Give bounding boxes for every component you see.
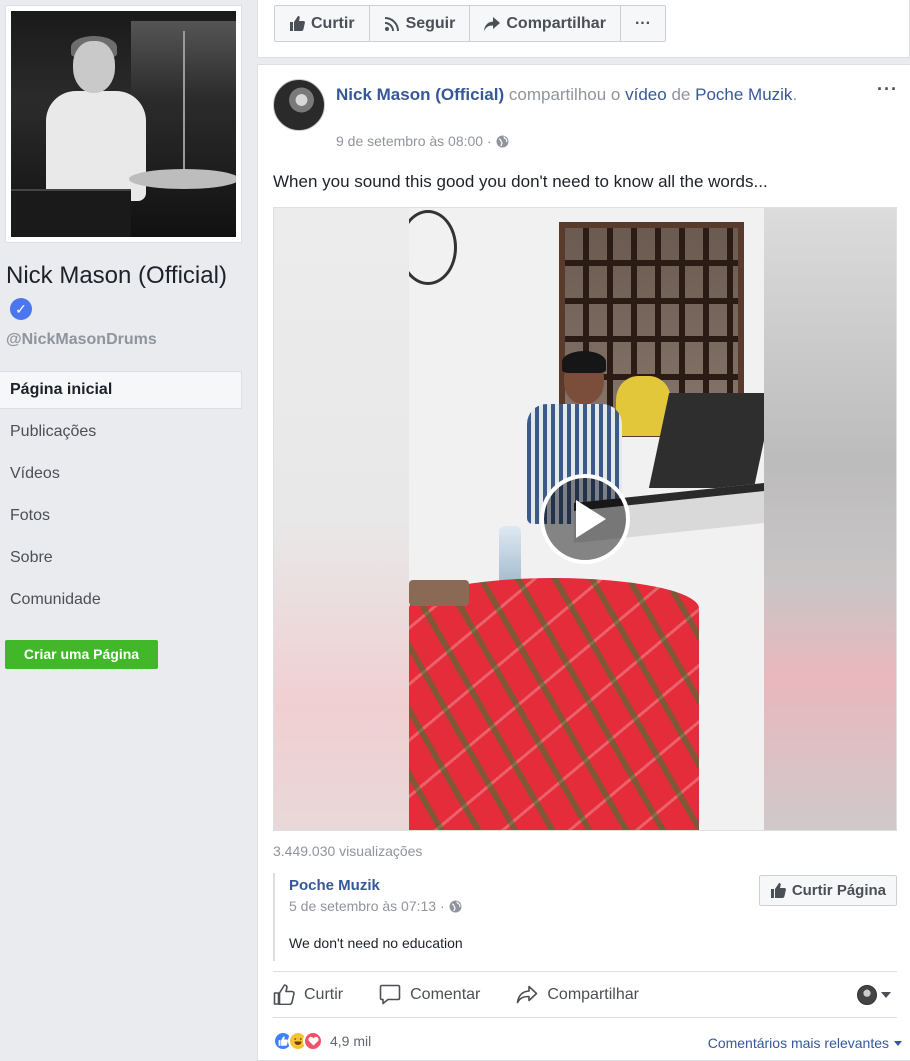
author-name[interactable]: Nick Mason (Official)	[336, 85, 504, 104]
nav-item-about[interactable]: Sobre	[0, 539, 242, 581]
play-button-icon[interactable]	[540, 474, 630, 564]
shared-time-text[interactable]: 5 de setembro às 07:13	[289, 898, 436, 914]
follow-label: Seguir	[405, 14, 456, 32]
like-post-label: Curtir	[304, 985, 344, 1003]
nav-item-photos[interactable]: Fotos	[0, 497, 242, 539]
comment-bubble-icon	[379, 984, 401, 1005]
profile-picture-frame[interactable]	[5, 5, 242, 243]
of-text: de	[671, 85, 691, 104]
nav-item-community[interactable]: Comunidade	[0, 581, 242, 623]
user-avatar	[857, 985, 877, 1005]
shared-post-attachment: Poche Muzik 5 de setembro às 07:13 · We …	[273, 873, 897, 961]
reaction-count[interactable]: 4,9 mil	[330, 1033, 371, 1049]
comment-sort-dropdown[interactable]: Comentários mais relevantes	[708, 1035, 902, 1051]
like-post-button[interactable]: Curtir	[273, 984, 343, 1005]
nav-item-home[interactable]: Página inicial	[0, 371, 242, 409]
post-time-text[interactable]: 9 de setembro às 08:00	[336, 133, 483, 149]
shared-timestamp: 5 de setembro às 07:13 ·	[289, 898, 462, 914]
post-card: Nick Mason (Official) compartilhou o víd…	[257, 64, 910, 1061]
page-handle[interactable]: @NickMasonDrums	[6, 331, 157, 349]
nav-item-posts[interactable]: Publicações	[0, 413, 242, 455]
like-source-page-button[interactable]: Curtir Página	[758, 875, 897, 906]
globe-icon[interactable]	[449, 898, 462, 914]
share-post-button[interactable]: Compartilhar	[516, 985, 639, 1004]
like-page-button[interactable]: Curtir	[274, 5, 370, 42]
verified-badge-icon: ✓	[10, 297, 32, 320]
create-page-button[interactable]: Criar uma Página	[5, 640, 158, 669]
shared-timestamp-separator: ·	[440, 898, 445, 914]
share-page-button[interactable]: Compartilhar	[469, 5, 621, 42]
like-page-label: Curtir	[311, 14, 355, 32]
page-name-text[interactable]: Nick Mason (Official)	[6, 262, 227, 289]
chevron-down-icon	[881, 992, 891, 998]
love-reaction-icon	[303, 1031, 323, 1051]
post-options-icon[interactable]: ···	[877, 79, 898, 100]
thumbs-up-icon	[770, 883, 786, 898]
video-blur-right	[762, 208, 896, 830]
video-link[interactable]: vídeo	[625, 85, 667, 104]
nav-item-videos[interactable]: Vídeos	[0, 455, 242, 497]
thumbs-up-icon	[289, 16, 305, 31]
reactions-summary[interactable]: 4,9 mil	[273, 1031, 371, 1051]
share-page-label: Compartilhar	[506, 14, 606, 32]
share-arrow-icon	[484, 16, 501, 31]
share-arrow-icon	[516, 985, 538, 1004]
page-nav: Página inicial Publicações Vídeos Fotos …	[0, 371, 242, 623]
video-player[interactable]	[273, 207, 897, 831]
comment-label: Comentar	[410, 985, 481, 1003]
thumbs-up-outline-icon	[273, 984, 295, 1005]
video-blur-left	[274, 208, 409, 830]
page-action-buttons: Curtir Seguir Compartilhar ···	[274, 5, 666, 42]
follow-button[interactable]: Seguir	[368, 5, 471, 42]
shared-source-name[interactable]: Poche Muzik	[289, 877, 380, 894]
page-title[interactable]: Nick Mason (Official) ✓	[6, 260, 241, 324]
view-count: 3.449.030 visualizações	[273, 843, 423, 859]
post-actions: Curtir Comentar Compartilhar	[273, 971, 897, 1018]
shared-text: compartilhou o	[508, 85, 621, 104]
comment-sort-label: Comentários mais relevantes	[707, 1035, 889, 1051]
source-page-link[interactable]: Poche Muzik	[695, 85, 792, 104]
post-timestamp: 9 de setembro às 08:00 ·	[336, 133, 509, 149]
shared-message: We don't need no education	[289, 935, 463, 951]
rss-follow-icon	[384, 16, 400, 32]
profile-photo[interactable]	[11, 11, 236, 237]
share-post-label: Compartilhar	[547, 985, 639, 1003]
left-sidebar: Nick Mason (Official) ✓ @NickMasonDrums P…	[0, 0, 245, 1061]
timestamp-separator: ·	[487, 133, 492, 149]
header-period: .	[792, 85, 798, 104]
more-options-button[interactable]: ···	[619, 5, 666, 42]
author-avatar[interactable]	[273, 79, 325, 131]
more-options-icon: ···	[634, 14, 651, 32]
like-source-page-label: Curtir Página	[791, 882, 886, 899]
page-action-bar: Curtir Seguir Compartilhar ···	[257, 0, 910, 58]
post-message: When you sound this good you don't need …	[273, 172, 768, 191]
post-as-selector[interactable]	[857, 985, 891, 1005]
globe-icon[interactable]	[496, 133, 509, 149]
chevron-down-icon	[894, 1040, 902, 1046]
post-header: Nick Mason (Official) compartilhou o víd…	[336, 82, 806, 107]
comment-button[interactable]: Comentar	[379, 984, 480, 1005]
